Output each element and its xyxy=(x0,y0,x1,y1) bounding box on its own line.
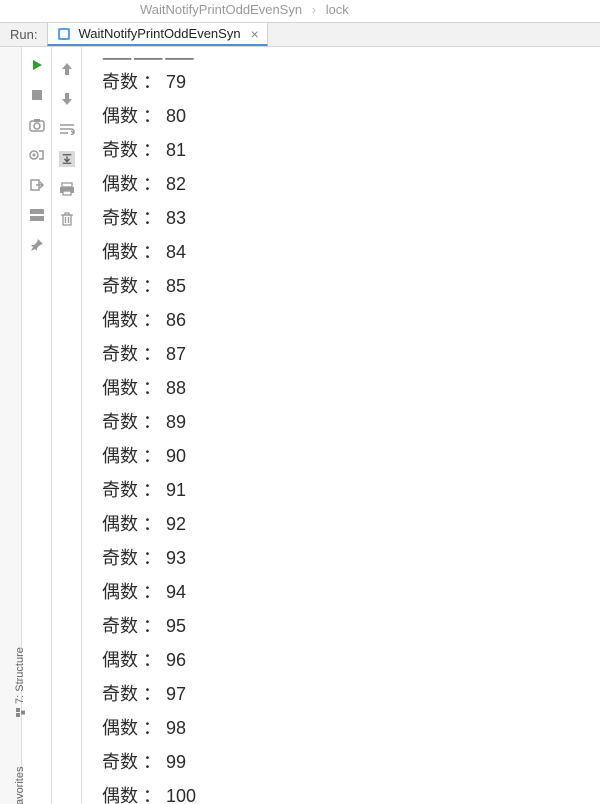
console-line: 偶数 ： 92 xyxy=(102,507,600,541)
left-gutter: 7: Structure 2: Favorites xyxy=(0,47,22,804)
console-line: 偶数 ： 96 xyxy=(102,643,600,677)
console-line: 奇数 ： 87 xyxy=(102,337,600,371)
console-line: 偶数 ： 84 xyxy=(102,235,600,269)
run-config-icon xyxy=(56,26,72,42)
up-arrow-icon[interactable] xyxy=(59,61,75,77)
trash-icon[interactable] xyxy=(59,211,75,227)
run-toolbar-left xyxy=(22,47,52,804)
close-tab-icon[interactable]: × xyxy=(251,26,259,42)
console-line: 奇数 ： 95 xyxy=(102,609,600,643)
console-line: 奇数 ： 79 xyxy=(102,65,600,99)
print-icon[interactable] xyxy=(59,181,75,197)
pin-icon[interactable] xyxy=(29,237,45,253)
run-tool-window-header: Run: WaitNotifyPrintOddEvenSyn × xyxy=(0,22,600,47)
console-line: 偶数 ： 94 xyxy=(102,575,600,609)
breadcrumb-field[interactable]: lock xyxy=(326,2,349,17)
stop-icon[interactable] xyxy=(29,87,45,103)
console-output[interactable]: ⸺⸺⸺ 奇数 ： 79偶数 ： 80奇数 ： 81偶数 ： 82奇数 ： 83偶… xyxy=(82,47,600,804)
down-arrow-icon[interactable] xyxy=(59,91,75,107)
breadcrumb: WaitNotifyPrintOddEvenSyn › lock xyxy=(0,0,600,22)
run-tab[interactable]: WaitNotifyPrintOddEvenSyn × xyxy=(47,23,267,46)
breadcrumb-sep: › xyxy=(312,2,316,17)
console-line: 奇数 ： 91 xyxy=(102,473,600,507)
scroll-to-end-icon[interactable] xyxy=(59,151,75,167)
debug-rerun-icon[interactable] xyxy=(29,147,45,163)
console-line: 奇数 ： 93 xyxy=(102,541,600,575)
tool-window-favorites[interactable]: 2: Favorites xyxy=(14,767,26,804)
console-line: 奇数 ： 81 xyxy=(102,133,600,167)
run-tab-name: WaitNotifyPrintOddEvenSyn xyxy=(78,26,240,41)
tool-window-structure[interactable]: 7: Structure xyxy=(14,647,26,717)
console-line: 奇数 ： 83 xyxy=(102,201,600,235)
soft-wrap-icon[interactable] xyxy=(59,121,75,137)
layout-icon[interactable] xyxy=(29,207,45,223)
console-line: 奇数 ： 85 xyxy=(102,269,600,303)
console-line: 偶数 ： 80 xyxy=(102,99,600,133)
console-line: 偶数 ： 88 xyxy=(102,371,600,405)
console-line: 奇数 ： 99 xyxy=(102,745,600,779)
run-icon[interactable] xyxy=(29,57,45,73)
console-line: 偶数 ： 86 xyxy=(102,303,600,337)
camera-icon[interactable] xyxy=(29,117,45,133)
console-line: 偶数 ： 82 xyxy=(102,167,600,201)
console-line: 奇数 ： 97 xyxy=(102,677,600,711)
favorites-label: 2: Favorites xyxy=(14,767,26,804)
console-line: 奇数 ： 89 xyxy=(102,405,600,439)
console-line: 偶数 ： 98 xyxy=(102,711,600,745)
structure-icon xyxy=(16,708,25,717)
run-toolbar-right xyxy=(52,47,82,804)
run-label: Run: xyxy=(0,27,47,42)
console-line: 偶数 ： 90 xyxy=(102,439,600,473)
exit-icon[interactable] xyxy=(29,177,45,193)
breadcrumb-class[interactable]: WaitNotifyPrintOddEvenSyn xyxy=(140,2,302,17)
structure-label: 7: Structure xyxy=(14,647,26,704)
console-line: 偶数 ： 100 xyxy=(102,779,600,804)
console-cut-line: ⸺⸺⸺ xyxy=(102,51,600,65)
